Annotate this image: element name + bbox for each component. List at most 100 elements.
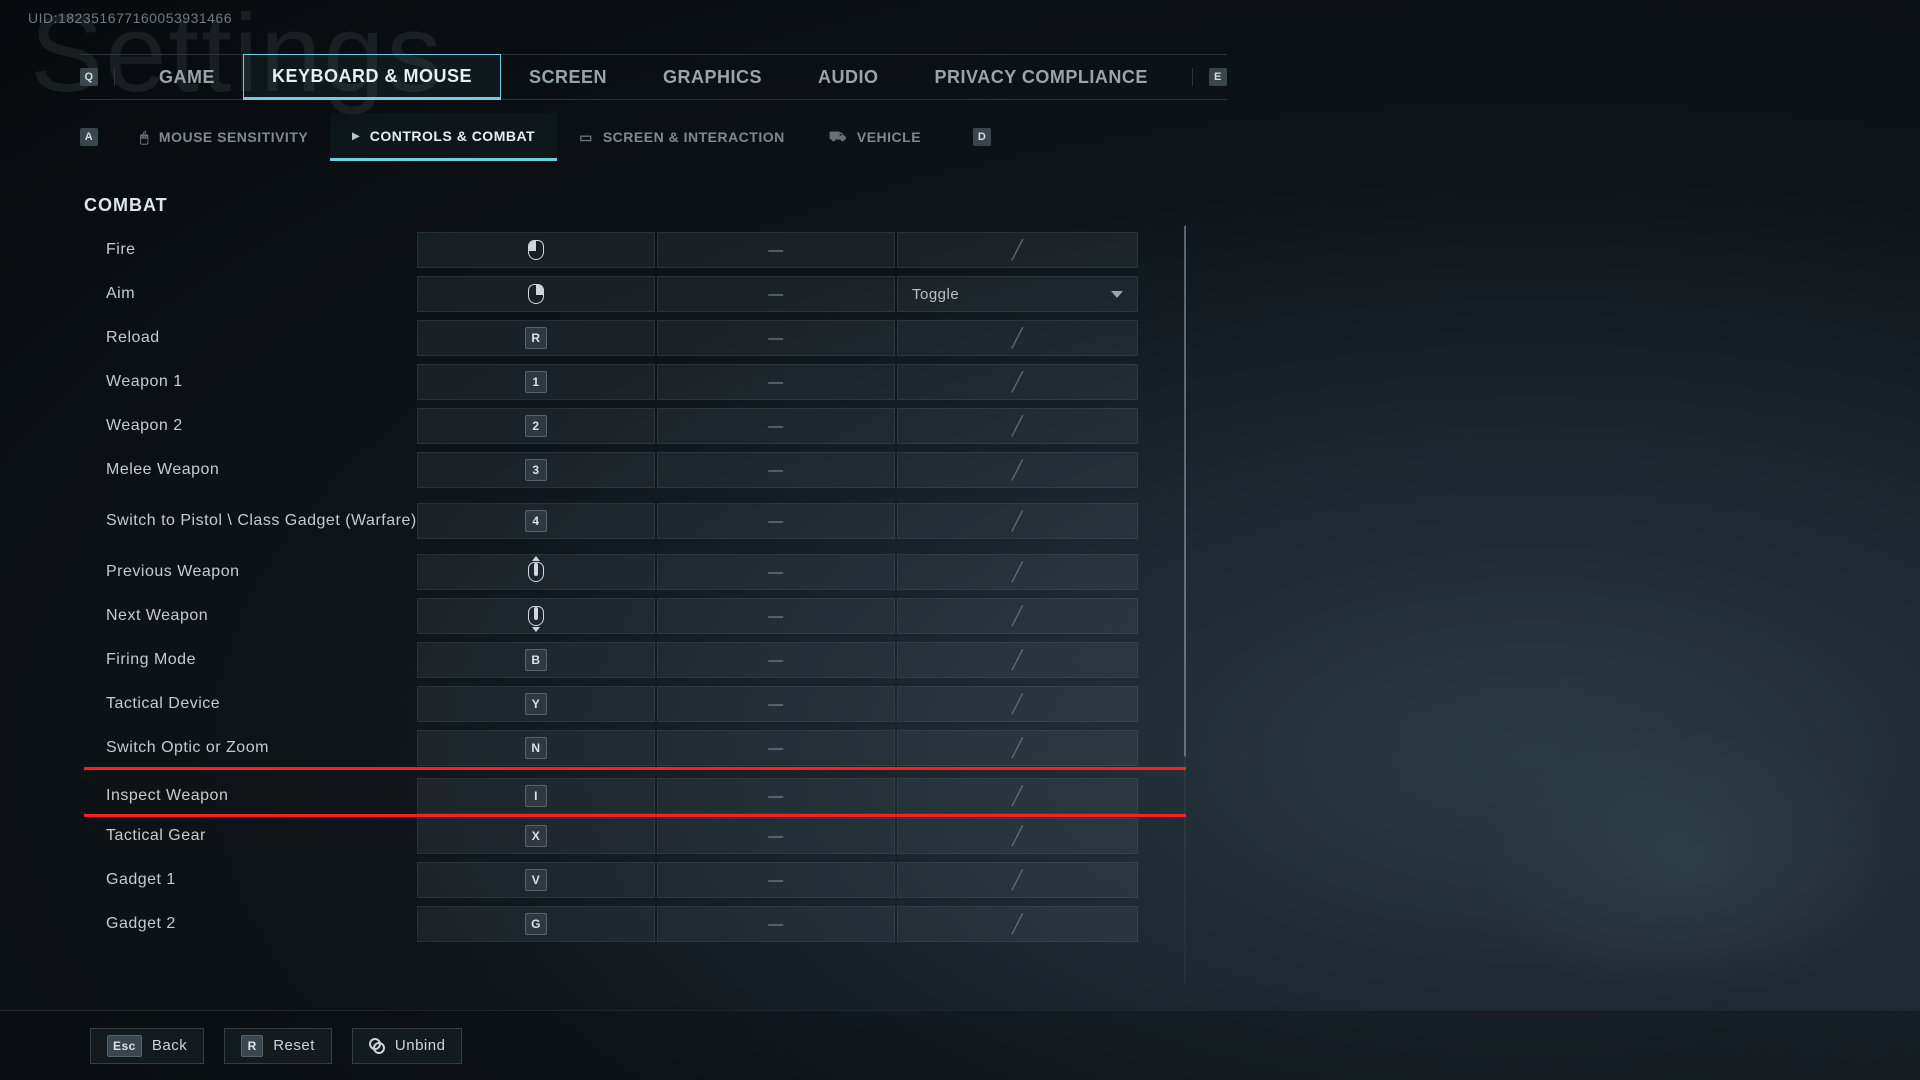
bind-gadget2-extra[interactable]: ╱ [897,906,1138,942]
bind-switch-pistol-secondary[interactable] [657,503,895,539]
row-melee: Melee Weapon 3 ╱ [84,452,1186,488]
bind-weapon2-secondary[interactable] [657,408,895,444]
bind-next-weapon-extra[interactable]: ╱ [897,598,1138,634]
back-button[interactable]: Esc Back [90,1028,204,1064]
bind-tactical-gear-secondary[interactable] [657,818,895,854]
bind-reload-primary[interactable]: R [417,320,655,356]
tab-keyboard-mouse[interactable]: KEYBOARD & MOUSE [243,54,501,100]
key-label: 1 [525,371,547,393]
divider [114,68,115,86]
label-weapon2: Weapon 2 [84,416,417,435]
slash-icon: ╱ [1012,826,1023,847]
tab-game[interactable]: GAME [131,54,243,100]
subtab-vehicle[interactable]: ⛟ VEHICLE [807,113,943,161]
bind-switch-pistol-extra[interactable]: ╱ [897,503,1138,539]
tab-audio[interactable]: AUDIO [790,54,907,100]
bind-switch-optic-extra[interactable]: ╱ [897,730,1138,766]
bind-melee-secondary[interactable] [657,452,895,488]
bind-aim-secondary[interactable] [657,276,895,312]
bind-firing-mode-extra[interactable]: ╱ [897,642,1138,678]
bind-tactical-device-extra[interactable]: ╱ [897,686,1138,722]
slash-icon: ╱ [1012,786,1023,807]
bind-weapon2-primary[interactable]: 2 [417,408,655,444]
tab-privacy[interactable]: PRIVACY COMPLIANCE [907,54,1176,100]
key-r: R [241,1035,263,1057]
bind-melee-primary[interactable]: 3 [417,452,655,488]
mouse-wheel-up-icon [528,562,544,582]
section-combat: COMBAT [84,195,1186,216]
label-gadget2: Gadget 2 [84,914,417,933]
reset-button[interactable]: R Reset [224,1028,332,1064]
row-gadget1: Gadget 1 V ╱ [84,862,1186,898]
bind-inspect-weapon-extra[interactable]: ╱ [897,778,1138,814]
bind-gadget2-secondary[interactable] [657,906,895,942]
aim-mode-dropdown[interactable]: Toggle [897,276,1138,312]
bind-weapon1-secondary[interactable] [657,364,895,400]
slash-icon: ╱ [1012,240,1023,261]
row-tactical-device: Tactical Device Y ╱ [84,686,1186,722]
key-label: G [525,913,547,935]
bind-tactical-gear-primary[interactable]: X [417,818,655,854]
slash-icon: ╱ [1012,914,1023,935]
unbind-button[interactable]: Unbind [352,1028,463,1064]
scrollbar[interactable] [1184,225,1186,985]
key-label: N [525,737,547,759]
bind-gadget1-extra[interactable]: ╱ [897,862,1138,898]
subtab-controls-combat[interactable]: ▸ CONTROLS & COMBAT [330,113,557,161]
subtab-mouse-sensitivity[interactable]: 🖱 MOUSE SENSITIVITY [118,113,330,161]
label-gadget1: Gadget 1 [84,870,417,889]
label-next-weapon: Next Weapon [84,606,417,625]
bind-reload-secondary[interactable] [657,320,895,356]
bind-reload-extra[interactable]: ╱ [897,320,1138,356]
bind-prev-weapon-extra[interactable]: ╱ [897,554,1138,590]
label-reload: Reload [84,328,417,347]
subtab-label: SCREEN & INTERACTION [603,129,785,145]
bind-firing-mode-primary[interactable]: B [417,642,655,678]
bind-weapon2-extra[interactable]: ╱ [897,408,1138,444]
bind-inspect-weapon-secondary[interactable] [657,778,895,814]
bind-weapon1-extra[interactable]: ╱ [897,364,1138,400]
key-esc: Esc [107,1035,142,1057]
row-tactical-gear: Tactical Gear X ╱ [84,818,1186,854]
bind-weapon1-primary[interactable]: 1 [417,364,655,400]
bind-inspect-weapon-primary[interactable]: I [417,778,655,814]
bind-fire-secondary[interactable] [657,232,895,268]
bind-prev-weapon-primary[interactable] [417,554,655,590]
label-prev-weapon: Previous Weapon [84,562,417,581]
key-label: B [525,649,547,671]
divider [1192,68,1193,86]
slash-icon: ╱ [1012,416,1023,437]
bind-switch-optic-secondary[interactable] [657,730,895,766]
bind-gadget1-primary[interactable]: V [417,862,655,898]
bind-switch-optic-primary[interactable]: N [417,730,655,766]
bind-prev-weapon-secondary[interactable] [657,554,895,590]
tab-graphics[interactable]: GRAPHICS [635,54,790,100]
bind-fire-extra[interactable]: ╱ [897,232,1138,268]
subtab-screen-interaction[interactable]: ▭ SCREEN & INTERACTION [557,113,807,161]
row-aim: Aim Toggle [84,276,1186,312]
slash-icon: ╱ [1012,606,1023,627]
top-tabs: Q GAME KEYBOARD & MOUSE SCREEN GRAPHICS … [80,54,1227,100]
bindings-panel: COMBAT Fire ╱ Aim Toggle Reload R ╱ Weap… [84,195,1186,995]
bind-firing-mode-secondary[interactable] [657,642,895,678]
subtab-label: MOUSE SENSITIVITY [159,129,308,145]
scrollbar-thumb[interactable] [1184,225,1186,757]
slash-icon: ╱ [1012,870,1023,891]
bind-gadget2-primary[interactable]: G [417,906,655,942]
bind-next-weapon-primary[interactable] [417,598,655,634]
row-inspect-weapon: Inspect Weapon I ╱ [84,774,1186,810]
slash-icon: ╱ [1012,460,1023,481]
bind-fire-primary[interactable] [417,232,655,268]
bind-gadget1-secondary[interactable] [657,862,895,898]
bind-next-weapon-secondary[interactable] [657,598,895,634]
key-label: R [525,327,547,349]
bind-melee-extra[interactable]: ╱ [897,452,1138,488]
bind-tactical-device-primary[interactable]: Y [417,686,655,722]
label-firing-mode: Firing Mode [84,650,417,669]
bind-aim-primary[interactable] [417,276,655,312]
label-switch-pistol: Switch to Pistol \ Class Gadget (Warfare… [84,511,417,530]
tab-screen[interactable]: SCREEN [501,54,635,100]
bind-switch-pistol-primary[interactable]: 4 [417,503,655,539]
bind-tactical-device-secondary[interactable] [657,686,895,722]
bind-tactical-gear-extra[interactable]: ╱ [897,818,1138,854]
